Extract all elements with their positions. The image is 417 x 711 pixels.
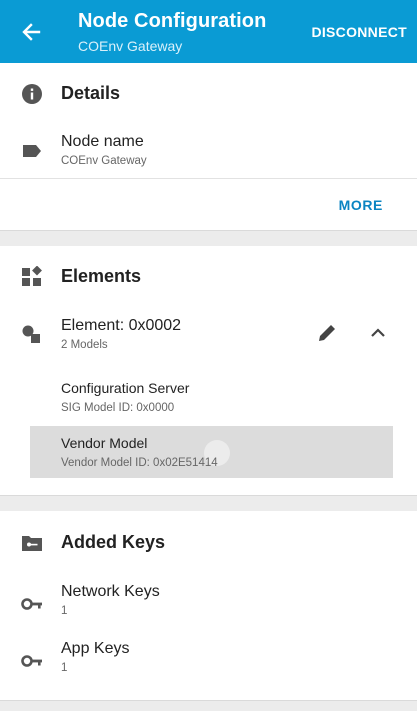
page-subtitle: COEnv Gateway [78, 38, 183, 54]
element-title: Element: 0x0002 [61, 317, 182, 334]
model-row-vendor-model[interactable]: Vendor Model Vendor Model ID: 0x02E51414 [30, 426, 393, 478]
node-name-label: Node name [61, 133, 144, 150]
network-keys-count: 1 [61, 605, 68, 617]
element-shapes-icon [22, 325, 40, 343]
network-keys-row[interactable]: Network Keys 1 [0, 581, 417, 625]
node-name-value: COEnv Gateway [61, 155, 147, 167]
details-divider [0, 178, 417, 179]
element-models-count: 2 Models [61, 339, 108, 351]
key-icon [21, 655, 42, 667]
disconnect-button[interactable]: DISCONNECT [311, 24, 407, 40]
folder-key-icon [22, 536, 42, 551]
added-keys-header-label: Added Keys [61, 532, 166, 552]
app-keys-row[interactable]: App Keys 1 [0, 638, 417, 682]
added-keys-card: Added Keys Network Keys 1 App Keys 1 [0, 511, 417, 701]
network-keys-label: Network Keys [61, 583, 160, 600]
arrow-back-icon [22, 23, 41, 41]
element-row[interactable]: Element: 0x0002 2 Models [0, 312, 417, 356]
app-bar: Node Configuration COEnv Gateway DISCONN… [0, 0, 417, 63]
key-icon [21, 598, 42, 610]
elements-header-label: Elements [61, 266, 142, 286]
app-keys-label: App Keys [61, 640, 130, 657]
details-header-label: Details [61, 83, 121, 103]
elements-header: Elements [0, 256, 417, 296]
model-title: Vendor Model [61, 435, 148, 451]
model-title: Configuration Server [61, 380, 190, 396]
info-icon [22, 84, 42, 104]
widgets-icon [22, 266, 42, 286]
more-button[interactable]: MORE [339, 197, 383, 213]
pencil-icon[interactable] [316, 322, 338, 344]
page-title: Node Configuration [78, 10, 267, 32]
model-id: SIG Model ID: 0x0000 [61, 402, 175, 414]
chevron-up-icon[interactable] [369, 324, 387, 342]
added-keys-header: Added Keys [0, 522, 417, 562]
node-name-row[interactable]: Node name COEnv Gateway [0, 129, 417, 177]
details-card: Details Node name COEnv Gateway MORE [0, 63, 417, 231]
label-tag-icon [23, 145, 41, 157]
details-header: Details [0, 73, 417, 113]
elements-card: Elements Element: 0x0002 2 Models Config… [0, 246, 417, 496]
app-keys-count: 1 [61, 662, 68, 674]
model-row-configuration-server[interactable]: Configuration Server SIG Model ID: 0x000… [30, 371, 393, 423]
model-id: Vendor Model ID: 0x02E51414 [61, 457, 218, 469]
back-button[interactable] [14, 16, 48, 48]
